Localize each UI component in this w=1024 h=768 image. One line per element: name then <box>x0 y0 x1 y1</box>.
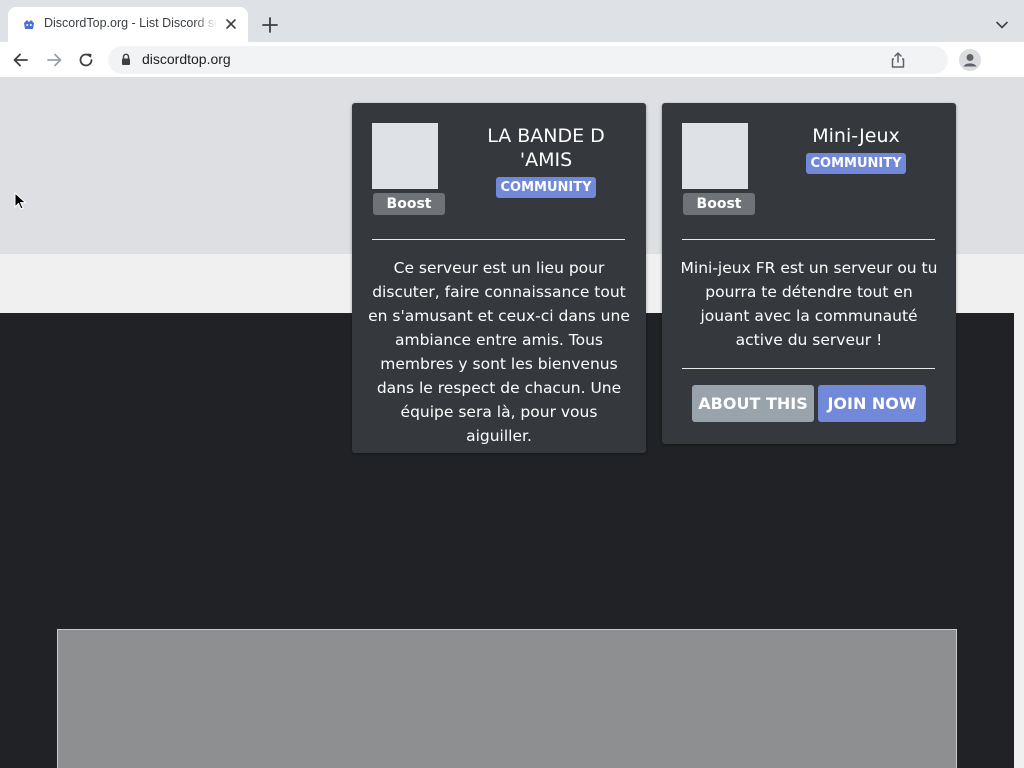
boost-button[interactable]: Boost <box>683 193 755 215</box>
description-line: en s'amusant et ceux-ci dans une <box>368 307 630 325</box>
server-icon[interactable] <box>372 123 438 189</box>
browser-tab[interactable]: DiscordTop.org - List Discord servers <box>8 7 248 42</box>
description-line: jouant avec la communauté <box>700 307 918 325</box>
back-arrow-icon[interactable] <box>11 50 31 70</box>
description-line: membres y sont les bienvenus <box>380 355 618 373</box>
close-tab-icon[interactable] <box>222 15 240 33</box>
server-card-la-bande-damis: Boost LA BANDE D 'AMIS COMMUNITY Ce serv… <box>352 103 646 453</box>
server-title[interactable]: LA BANDE D 'AMIS <box>472 124 620 172</box>
description-line: équipe sera là, pour vous <box>400 403 598 421</box>
server-icon[interactable] <box>682 123 748 189</box>
description-line: discuter, faire connaissance tout <box>372 283 626 301</box>
server-title-line1: LA BANDE D <box>487 125 605 147</box>
about-this-button[interactable]: ABOUT THIS <box>692 385 814 422</box>
description-line: aiguiller. <box>466 427 532 445</box>
tab-title-fade <box>194 13 218 35</box>
description-line: active du serveur ! <box>735 331 883 349</box>
server-title[interactable]: Mini-Jeux <box>782 124 930 148</box>
community-tag[interactable]: COMMUNITY <box>496 177 596 198</box>
join-now-button[interactable]: JOIN NOW <box>818 385 926 422</box>
share-icon[interactable] <box>890 51 906 69</box>
card-divider <box>372 239 625 240</box>
card-divider <box>682 239 935 240</box>
description-line: dans le respect de chacun. Une <box>376 379 622 397</box>
description-line: pourra te détendre tout en <box>705 283 913 301</box>
forward-arrow-icon[interactable] <box>44 50 64 70</box>
server-description: Ce serveur est un lieu pour discuter, fa… <box>362 256 636 448</box>
address-bar[interactable] <box>108 46 948 74</box>
description-line: Mini-jeux FR est un serveur ou tu <box>680 259 938 277</box>
chevron-down-icon[interactable] <box>993 16 1011 34</box>
server-description: Mini-jeux FR est un serveur ou tu pourra… <box>672 256 946 352</box>
community-tag[interactable]: COMMUNITY <box>806 153 906 174</box>
description-line: ambiance entre amis. Tous <box>394 331 604 349</box>
server-title-line2: 'AMIS <box>519 149 573 171</box>
tab-title: DiscordTop.org - List Discord servers <box>44 16 216 30</box>
server-card-mini-jeux: Boost Mini-Jeux COMMUNITY Mini-jeux FR e… <box>662 103 956 444</box>
url-text[interactable]: discordtop.org <box>142 51 231 67</box>
mouse-cursor-icon <box>14 192 27 210</box>
content-placeholder-panel <box>57 629 957 768</box>
boost-button[interactable]: Boost <box>373 193 445 215</box>
reload-icon[interactable] <box>76 50 96 70</box>
discord-favicon-icon <box>24 20 34 29</box>
lock-icon[interactable] <box>121 53 131 66</box>
card-divider <box>682 368 935 369</box>
page-scroll-gutter <box>1014 313 1024 768</box>
new-tab-icon[interactable] <box>260 15 280 35</box>
description-line: Ce serveur est un lieu pour <box>393 259 605 277</box>
profile-avatar-icon[interactable] <box>959 49 981 71</box>
